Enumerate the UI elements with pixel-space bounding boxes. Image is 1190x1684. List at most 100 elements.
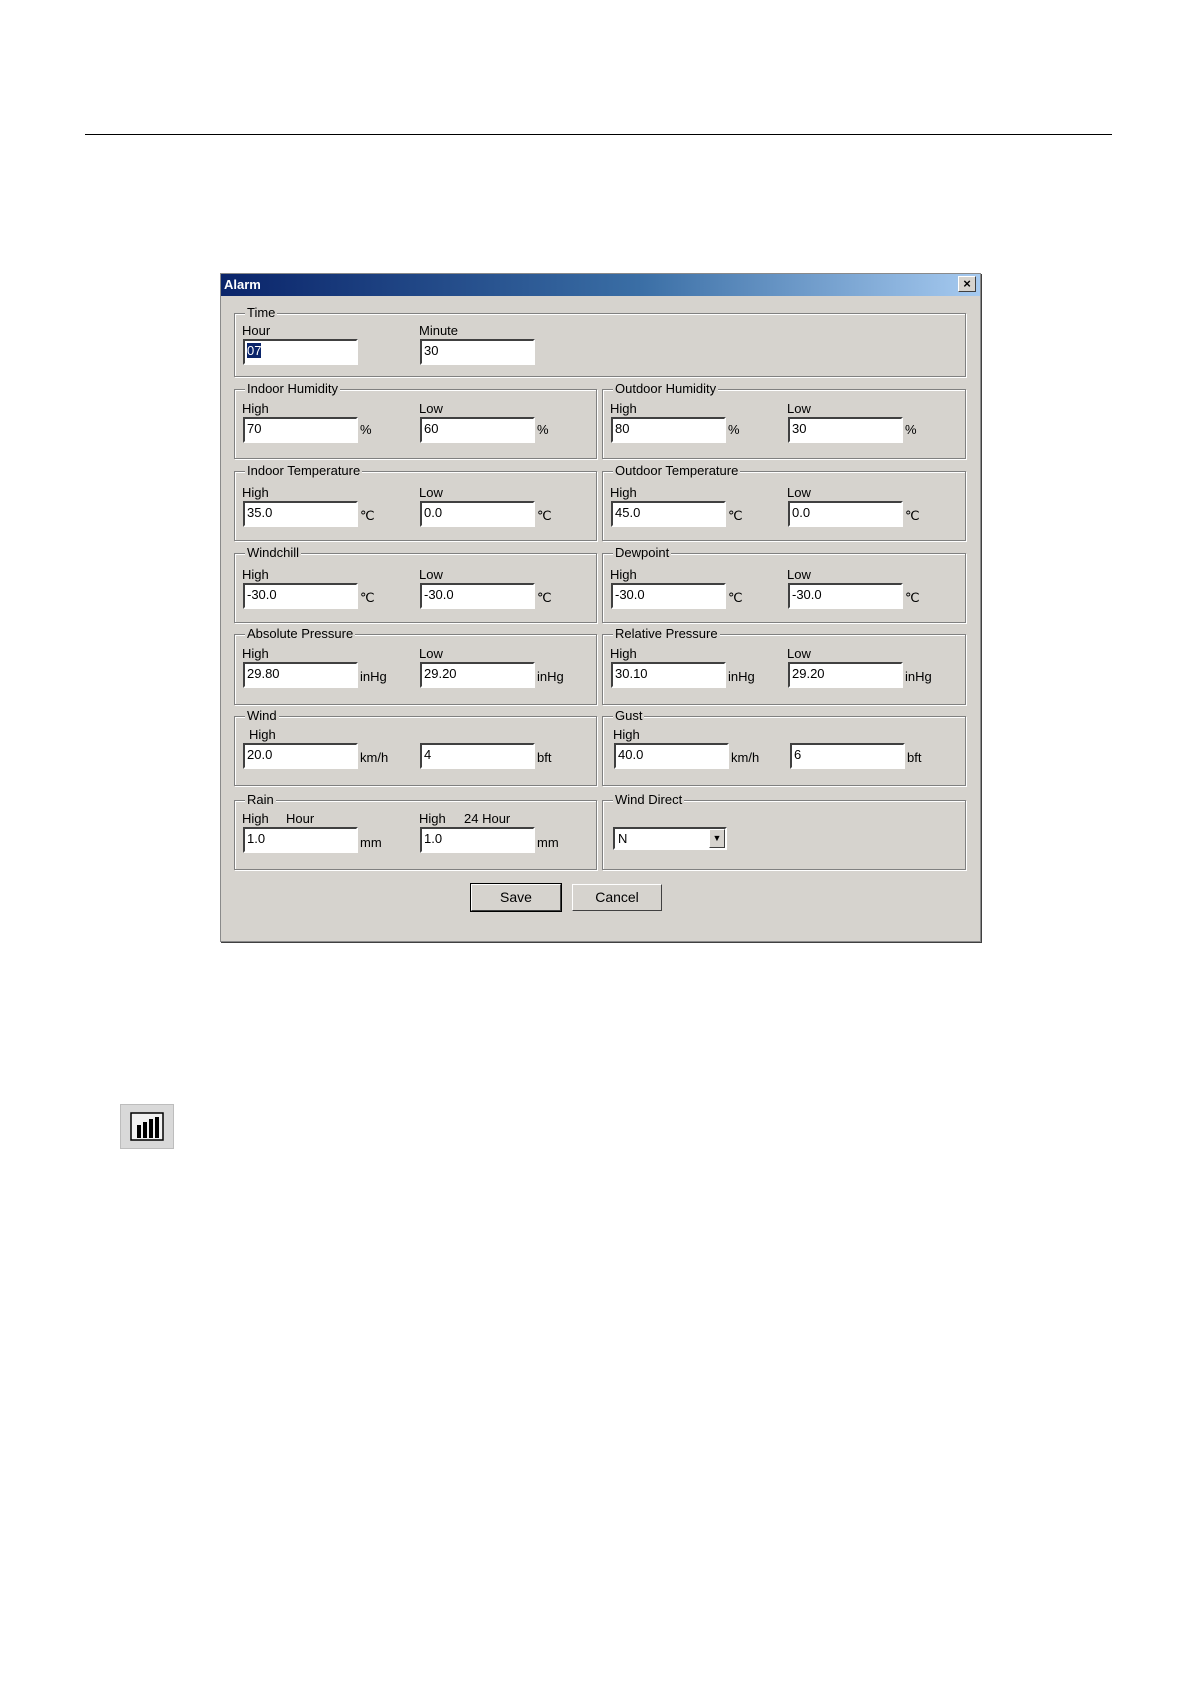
wind-speed-unit: km/h	[360, 750, 389, 765]
indoor-humidity-high-input[interactable]: 70	[243, 417, 358, 443]
gust-high-label: High	[613, 727, 640, 742]
outdoor-temperature-low-unit: ℃	[905, 508, 920, 523]
title-bar[interactable]: Alarm ×	[221, 274, 980, 296]
outdoor-temperature-group: Outdoor Temperature High 45.0 ℃ Low 0.0 …	[602, 463, 966, 541]
dewpoint-high-unit: ℃	[728, 590, 743, 605]
indoor-temperature-low-unit: ℃	[537, 508, 552, 523]
indoor-temperature-low-input[interactable]: 0.0	[420, 501, 535, 527]
absolute-pressure-high-unit: inHg	[360, 669, 387, 684]
outdoor-humidity-low-input[interactable]: 30	[788, 417, 903, 443]
indoor-humidity-group: Indoor Humidity High 70 % Low 60 %	[234, 381, 597, 459]
dewpoint-legend: Dewpoint	[613, 545, 672, 560]
wind-speed-input[interactable]: 20.0	[243, 743, 358, 769]
absolute-pressure-low-input[interactable]: 29.20	[420, 662, 535, 688]
relative-pressure-high-input[interactable]: 30.10	[611, 662, 726, 688]
outdoor-humidity-low-unit: %	[905, 422, 917, 437]
relative-pressure-high-unit: inHg	[728, 669, 755, 684]
absolute-pressure-low-label: Low	[419, 646, 443, 661]
indoor-temperature-high-unit: ℃	[360, 508, 375, 523]
relative-pressure-legend: Relative Pressure	[613, 626, 720, 641]
absolute-pressure-high-label: High	[242, 646, 269, 661]
dewpoint-low-unit: ℃	[905, 590, 920, 605]
outdoor-humidity-legend: Outdoor Humidity	[613, 381, 719, 396]
rain-group: Rain High Hour 1.0 mm High 24 Hour 1.0 m…	[234, 792, 597, 870]
outdoor-temperature-high-label: High	[610, 485, 637, 500]
close-icon: ×	[963, 276, 971, 291]
absolute-pressure-legend: Absolute Pressure	[245, 626, 356, 641]
gust-speed-input[interactable]: 40.0	[614, 743, 729, 769]
wind-beaufort-input[interactable]: 4	[420, 743, 535, 769]
wind-high-label: High	[249, 727, 276, 742]
windchill-legend: Windchill	[245, 545, 302, 560]
rain-day-input[interactable]: 1.0	[420, 827, 535, 853]
wind-direct-legend: Wind Direct	[613, 792, 685, 807]
wind-direct-select[interactable]: N ▼	[613, 827, 727, 850]
minute-input[interactable]: 30	[420, 339, 535, 365]
indoor-humidity-high-unit: %	[360, 422, 372, 437]
relative-pressure-low-unit: inHg	[905, 669, 932, 684]
wind-legend: Wind	[245, 708, 279, 723]
windchill-low-unit: ℃	[537, 590, 552, 605]
windchill-low-label: Low	[419, 567, 443, 582]
outdoor-humidity-low-label: Low	[787, 401, 811, 416]
outdoor-humidity-high-unit: %	[728, 422, 740, 437]
relative-pressure-group: Relative Pressure High 30.10 inHg Low 29…	[602, 626, 966, 705]
outdoor-temperature-low-input[interactable]: 0.0	[788, 501, 903, 527]
dewpoint-low-label: Low	[787, 567, 811, 582]
indoor-temperature-group: Indoor Temperature High 35.0 ℃ Low 0.0 ℃	[234, 463, 597, 541]
indoor-temperature-high-label: High	[242, 485, 269, 500]
indoor-temperature-low-label: Low	[419, 485, 443, 500]
relative-pressure-high-label: High	[610, 646, 637, 661]
gust-speed-unit: km/h	[731, 750, 760, 765]
windchill-high-input[interactable]: -30.0	[243, 583, 358, 609]
indoor-humidity-low-unit: %	[537, 422, 549, 437]
indoor-humidity-legend: Indoor Humidity	[245, 381, 341, 396]
outdoor-humidity-high-label: High	[610, 401, 637, 416]
outdoor-humidity-group: Outdoor Humidity High 80 % Low 30 %	[602, 381, 966, 459]
absolute-pressure-group: Absolute Pressure High 29.80 inHg Low 29…	[234, 626, 597, 705]
indoor-humidity-high-label: High	[242, 401, 269, 416]
relative-pressure-low-label: Low	[787, 646, 811, 661]
close-button[interactable]: ×	[958, 276, 976, 292]
outdoor-temperature-high-input[interactable]: 45.0	[611, 501, 726, 527]
dewpoint-low-input[interactable]: -30.0	[788, 583, 903, 609]
minute-label: Minute	[419, 323, 459, 338]
indoor-temperature-high-input[interactable]: 35.0	[243, 501, 358, 527]
rain-day-unit: mm	[537, 835, 559, 850]
windchill-high-label: High	[242, 567, 269, 582]
dewpoint-high-input[interactable]: -30.0	[611, 583, 726, 609]
hour-label: Hour	[242, 323, 271, 338]
outdoor-humidity-high-input[interactable]: 80	[611, 417, 726, 443]
gust-beaufort-unit: bft	[907, 750, 922, 765]
dialog-title: Alarm	[224, 277, 261, 292]
wind-direct-value: N	[618, 831, 628, 846]
rain-legend: Rain	[245, 792, 276, 807]
page-divider	[85, 134, 1112, 135]
chevron-down-icon[interactable]: ▼	[709, 829, 725, 848]
gust-beaufort-input[interactable]: 6	[790, 743, 905, 769]
time-legend: Time	[245, 305, 278, 320]
relative-pressure-low-input[interactable]: 29.20	[788, 662, 903, 688]
gust-group: Gust High 40.0 km/h 6 bft	[602, 708, 966, 786]
rain-hour-unit: mm	[360, 835, 382, 850]
windchill-low-input[interactable]: -30.0	[420, 583, 535, 609]
rain-hour-high-label: High	[242, 811, 269, 826]
alarm-dialog: Alarm × Time Hour 07 Minute 30 Indoor Hu…	[220, 273, 981, 942]
dewpoint-group: Dewpoint High -30.0 ℃ Low -30.0 ℃	[602, 545, 966, 623]
hour-input[interactable]: 07	[243, 339, 358, 365]
save-button[interactable]: Save	[470, 883, 562, 912]
wind-group: Wind High 20.0 km/h 4 bft	[234, 708, 597, 786]
indoor-humidity-low-label: Low	[419, 401, 443, 416]
absolute-pressure-high-input[interactable]: 29.80	[243, 662, 358, 688]
rain-day-label: 24 Hour	[464, 811, 511, 826]
indoor-humidity-low-input[interactable]: 60	[420, 417, 535, 443]
windchill-group: Windchill High -30.0 ℃ Low -30.0 ℃	[234, 545, 597, 623]
rain-hour-input[interactable]: 1.0	[243, 827, 358, 853]
rain-hour-label: Hour	[286, 811, 315, 826]
gust-legend: Gust	[613, 708, 645, 723]
dewpoint-high-label: High	[610, 567, 637, 582]
wind-beaufort-unit: bft	[537, 750, 552, 765]
bar-chart-icon[interactable]	[120, 1104, 174, 1149]
outdoor-temperature-high-unit: ℃	[728, 508, 743, 523]
cancel-button[interactable]: Cancel	[572, 884, 662, 911]
